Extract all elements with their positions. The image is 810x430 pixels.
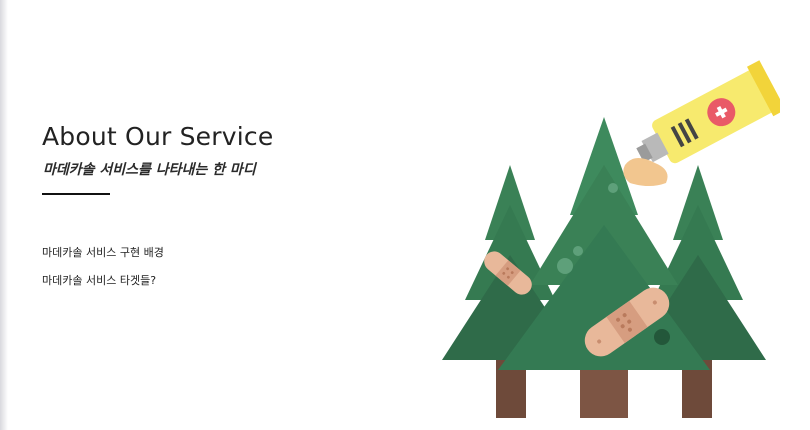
trees-bandage-illustration — [442, 60, 780, 418]
page-title: About Our Service — [42, 122, 274, 151]
left-edge-shadow — [0, 0, 8, 430]
link-service-targets[interactable]: 마데카솔 서비스 타겟들? — [42, 272, 156, 288]
title-divider — [42, 193, 110, 195]
link-service-background[interactable]: 마데카솔 서비스 구현 배경 — [42, 244, 164, 260]
about-service-page: About Our Service 마데카솔 서비스를 나타내는 한 마디 마데… — [0, 0, 810, 430]
page-subtitle: 마데카솔 서비스를 나타내는 한 마디 — [43, 162, 256, 178]
ointment-blob-icon — [623, 157, 668, 186]
